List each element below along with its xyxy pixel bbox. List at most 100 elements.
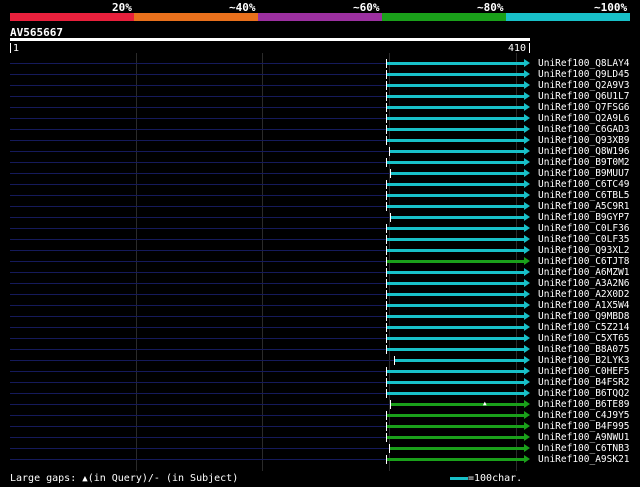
hit-bar[interactable]	[387, 117, 524, 120]
hit-bar[interactable]	[387, 293, 524, 296]
hit-label[interactable]: UniRef100_Q8LAY4	[538, 58, 630, 69]
hit-bar[interactable]	[390, 216, 524, 219]
hit-row[interactable]: UniRef100_B4F995	[0, 421, 640, 432]
hit-bar[interactable]	[394, 359, 524, 362]
hit-bar[interactable]	[387, 337, 524, 340]
hit-label[interactable]: UniRef100_B6TE89	[538, 399, 630, 410]
hit-bar[interactable]	[387, 425, 524, 428]
hit-bar[interactable]	[387, 205, 524, 208]
hit-label[interactable]: UniRef100_C4J9Y5	[538, 410, 630, 421]
hit-label[interactable]: UniRef100_Q7FSG6	[538, 102, 630, 113]
hit-row[interactable]: UniRef100_B8A075	[0, 344, 640, 355]
hit-label[interactable]: UniRef100_C6TBL5	[538, 190, 630, 201]
hit-bar[interactable]	[387, 194, 524, 197]
hit-bar[interactable]	[390, 172, 524, 175]
hit-bar[interactable]	[390, 403, 524, 406]
hit-bar[interactable]	[387, 227, 524, 230]
hit-bar[interactable]	[387, 260, 524, 263]
hit-row[interactable]: UniRef100_B2LYK3	[0, 355, 640, 366]
hit-label[interactable]: UniRef100_A6MZW1	[538, 267, 630, 278]
hit-row[interactable]: UniRef100_Q8LAY4	[0, 58, 640, 69]
hit-row[interactable]: UniRef100_A3A2N6	[0, 278, 640, 289]
hit-row[interactable]: UniRef100_Q8W196	[0, 146, 640, 157]
hit-row[interactable]: UniRef100_B4FSR2	[0, 377, 640, 388]
hit-bar[interactable]	[389, 150, 524, 153]
hit-label[interactable]: UniRef100_Q6U1L7	[538, 91, 630, 102]
hit-row[interactable]: UniRef100_Q7FSG6	[0, 102, 640, 113]
hit-bar[interactable]	[387, 106, 524, 109]
hit-bar[interactable]	[387, 381, 524, 384]
hit-label[interactable]: UniRef100_B2LYK3	[538, 355, 630, 366]
hit-bar[interactable]	[387, 315, 524, 318]
hit-row[interactable]: UniRef100_B9MUU7	[0, 168, 640, 179]
hit-bar[interactable]	[387, 238, 524, 241]
hit-row[interactable]: UniRef100_B6TE89 ▲	[0, 399, 640, 410]
hit-label[interactable]: UniRef100_B9MUU7	[538, 168, 630, 179]
hit-row[interactable]: UniRef100_C0LF35	[0, 234, 640, 245]
hit-bar[interactable]	[387, 249, 524, 252]
hit-row[interactable]: UniRef100_C6TNB3	[0, 443, 640, 454]
hit-bar[interactable]	[389, 447, 524, 450]
hit-row[interactable]: UniRef100_C4J9Y5	[0, 410, 640, 421]
hit-label[interactable]: UniRef100_B8A075	[538, 344, 630, 355]
hit-label[interactable]: UniRef100_C0LF35	[538, 234, 630, 245]
hit-bar[interactable]	[387, 73, 524, 76]
hit-row[interactable]: UniRef100_C6TBL5	[0, 190, 640, 201]
hit-label[interactable]: UniRef100_Q9LD45	[538, 69, 630, 80]
hit-bar[interactable]	[387, 392, 524, 395]
hit-row[interactable]: UniRef100_A5C9R1	[0, 201, 640, 212]
hit-row[interactable]: UniRef100_B9T0M2	[0, 157, 640, 168]
hit-row[interactable]: UniRef100_C0LF36	[0, 223, 640, 234]
hit-row[interactable]: UniRef100_Q93XL2	[0, 245, 640, 256]
hit-label[interactable]: UniRef100_B9GYP7	[538, 212, 630, 223]
hit-label[interactable]: UniRef100_Q8W196	[538, 146, 630, 157]
hit-bar[interactable]	[387, 414, 524, 417]
hit-bar[interactable]	[387, 304, 524, 307]
hit-label[interactable]: UniRef100_A9NWU1	[538, 432, 630, 443]
hit-label[interactable]: UniRef100_B9T0M2	[538, 157, 630, 168]
hit-bar[interactable]	[387, 458, 524, 461]
hit-bar[interactable]	[387, 95, 524, 98]
hit-bar[interactable]	[387, 271, 524, 274]
hit-label[interactable]: UniRef100_C5XT65	[538, 333, 630, 344]
hit-row[interactable]: UniRef100_C5Z214	[0, 322, 640, 333]
hit-row[interactable]: UniRef100_B9GYP7	[0, 212, 640, 223]
hit-row[interactable]: UniRef100_A2X0D2	[0, 289, 640, 300]
hit-row[interactable]: UniRef100_C6TJT8	[0, 256, 640, 267]
hit-row[interactable]: UniRef100_Q2A9L6	[0, 113, 640, 124]
hit-row[interactable]: UniRef100_B6TQQ2	[0, 388, 640, 399]
hit-label[interactable]: UniRef100_C0HEF5	[538, 366, 630, 377]
hit-label[interactable]: UniRef100_C6TNB3	[538, 443, 630, 454]
hit-label[interactable]: UniRef100_C6TC49	[538, 179, 630, 190]
hit-label[interactable]: UniRef100_C6TJT8	[538, 256, 630, 267]
hit-bar[interactable]	[387, 139, 524, 142]
hit-label[interactable]: UniRef100_B6TQQ2	[538, 388, 630, 399]
hit-label[interactable]: UniRef100_B4F995	[538, 421, 630, 432]
hit-row[interactable]: UniRef100_C0HEF5	[0, 366, 640, 377]
hit-row[interactable]: UniRef100_A9SK21	[0, 454, 640, 465]
hit-bar[interactable]	[387, 326, 524, 329]
hit-label[interactable]: UniRef100_C0LF36	[538, 223, 630, 234]
hit-row[interactable]: UniRef100_C5XT65	[0, 333, 640, 344]
hit-label[interactable]: UniRef100_A9SK21	[538, 454, 630, 465]
hit-label[interactable]: UniRef100_C5Z214	[538, 322, 630, 333]
hit-bar[interactable]	[387, 436, 524, 439]
hit-bar[interactable]	[387, 62, 524, 65]
hit-row[interactable]: UniRef100_Q9MBD8	[0, 311, 640, 322]
hit-label[interactable]: UniRef100_A5C9R1	[538, 201, 630, 212]
hit-row[interactable]: UniRef100_A1X5W4	[0, 300, 640, 311]
hit-row[interactable]: UniRef100_A9NWU1	[0, 432, 640, 443]
hit-label[interactable]: UniRef100_Q2A9V3	[538, 80, 630, 91]
hit-bar[interactable]	[387, 370, 524, 373]
hit-label[interactable]: UniRef100_C6GAD3	[538, 124, 630, 135]
hit-label[interactable]: UniRef100_B4FSR2	[538, 377, 630, 388]
hit-label[interactable]: UniRef100_Q2A9L6	[538, 113, 630, 124]
hit-bar[interactable]	[387, 84, 524, 87]
hit-bar[interactable]	[387, 348, 524, 351]
hit-row[interactable]: UniRef100_Q6U1L7	[0, 91, 640, 102]
hit-bar[interactable]	[387, 161, 524, 164]
hit-bar[interactable]	[387, 128, 524, 131]
hit-row[interactable]: UniRef100_C6TC49	[0, 179, 640, 190]
hit-label[interactable]: UniRef100_A1X5W4	[538, 300, 630, 311]
hit-label[interactable]: UniRef100_Q9MBD8	[538, 311, 630, 322]
